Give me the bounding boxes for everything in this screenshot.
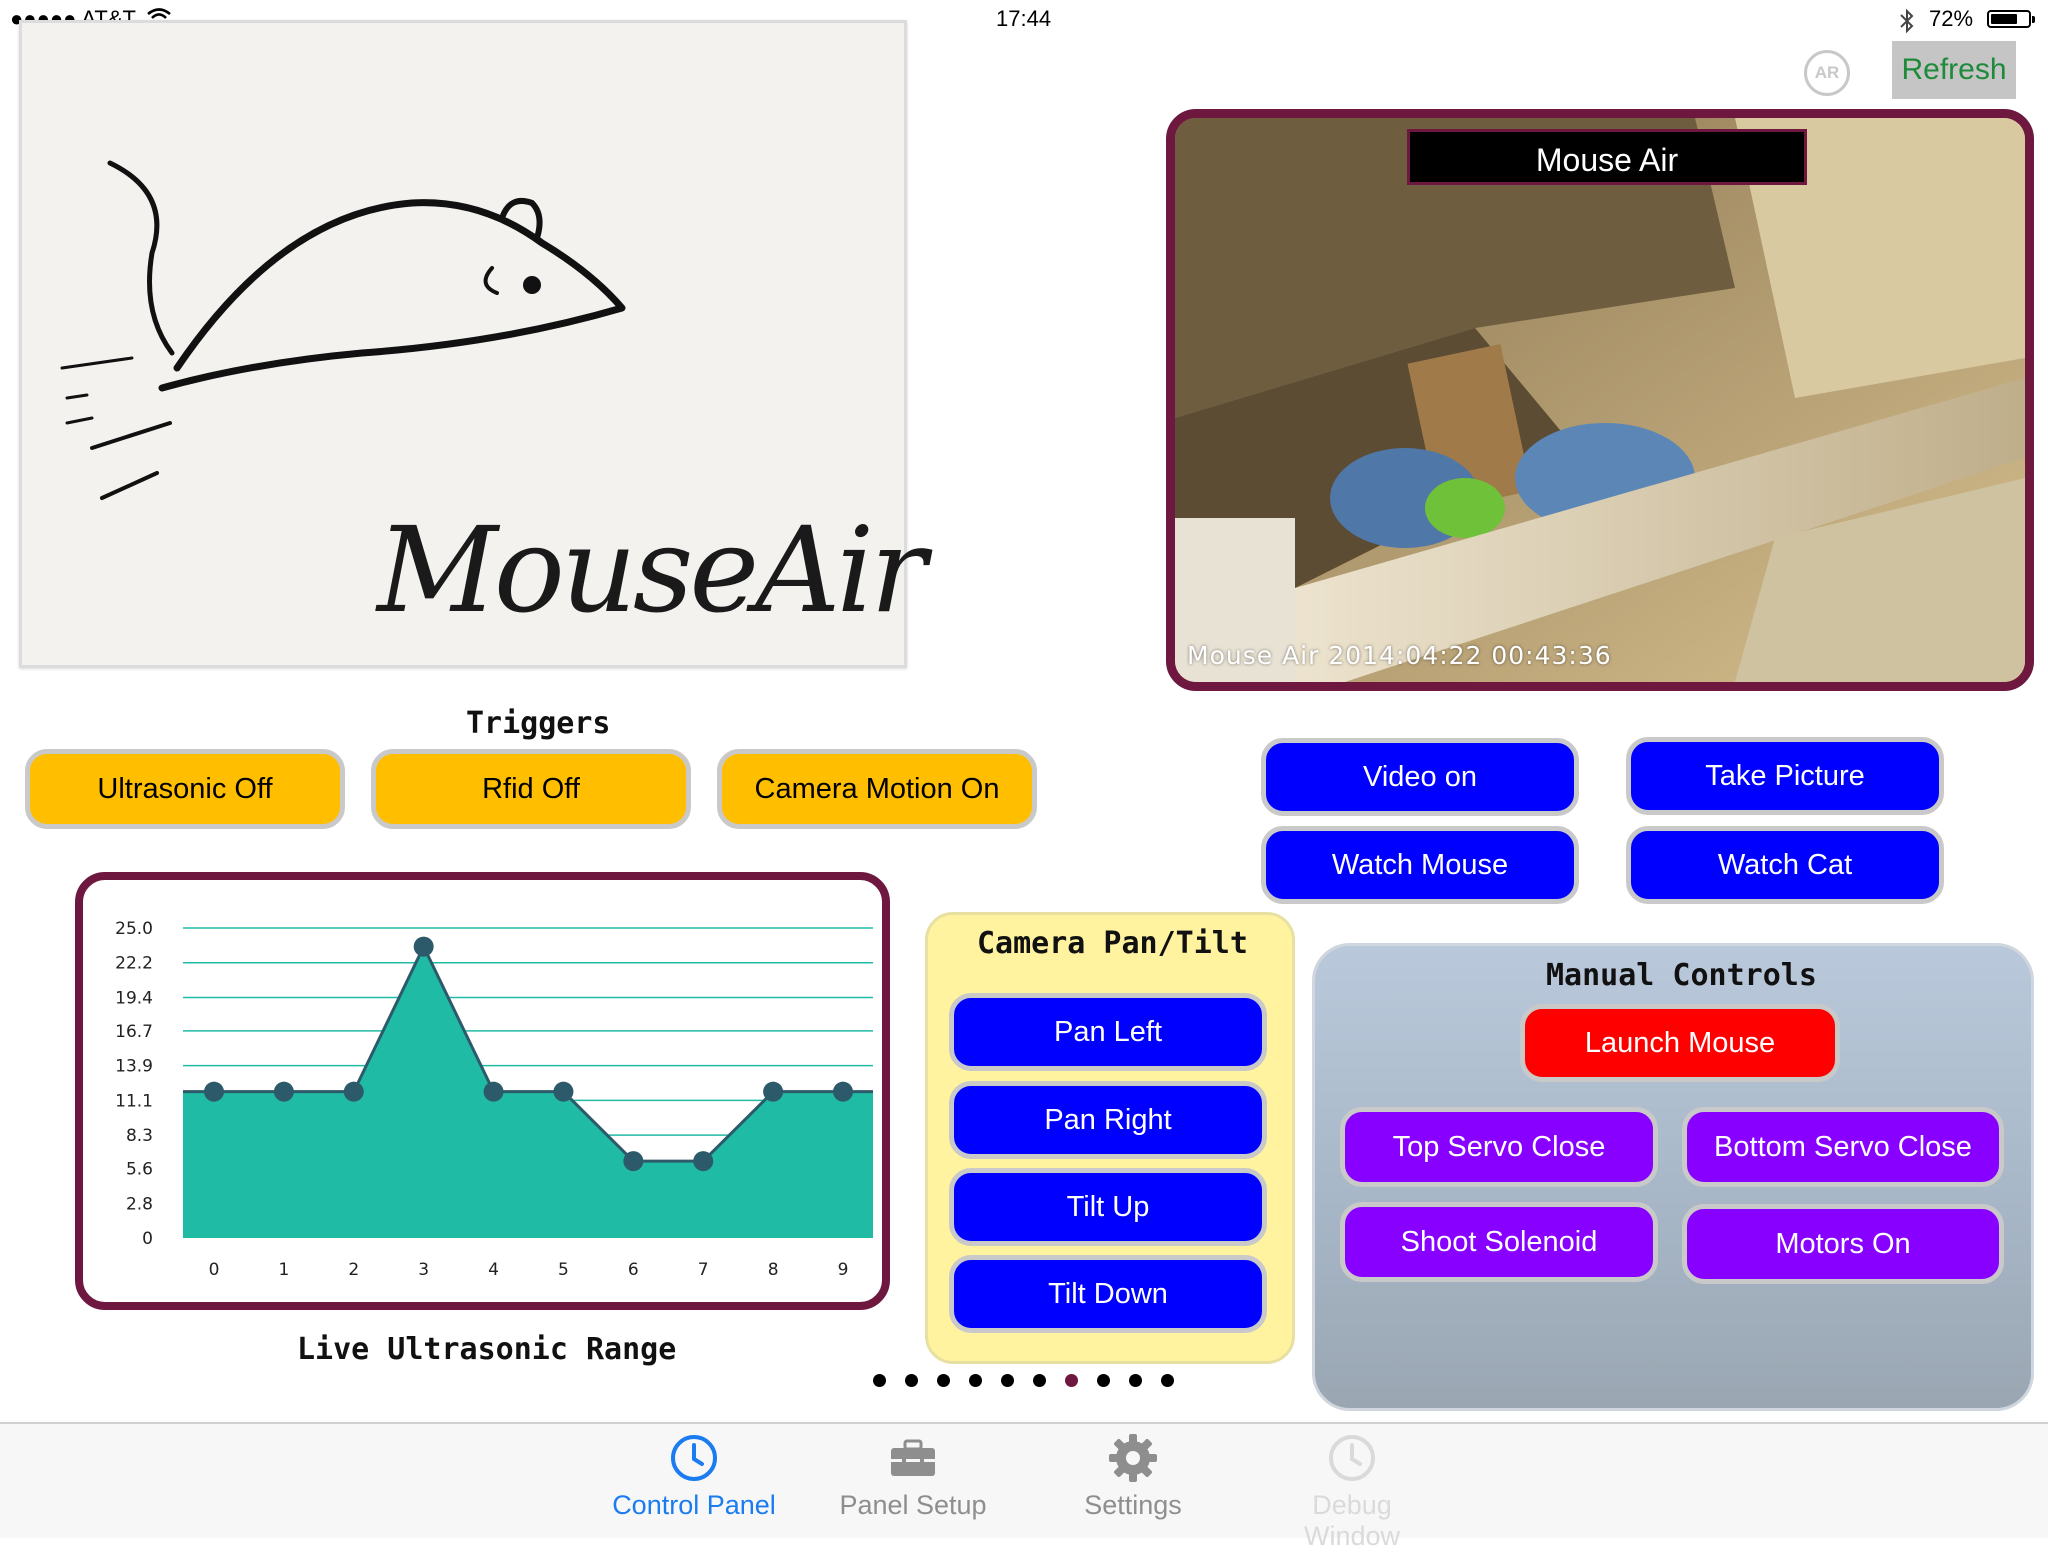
pan-tilt-heading: Camera Pan/Tilt [977,926,1248,961]
data-point [833,1081,853,1102]
data-point [693,1151,714,1172]
x-tick-label: 0 [209,1260,220,1280]
page-dot[interactable] [1097,1374,1110,1387]
data-point [483,1081,504,1102]
camera-motion-toggle-button[interactable]: Camera Motion On [717,749,1037,829]
tab-bar: Control Panel Panel Setup Settings Debug… [0,1422,2048,1551]
pan-left-button[interactable]: Pan Left [949,993,1267,1071]
clock: 17:44 [996,6,1052,31]
data-point [413,936,434,957]
page-dot[interactable] [905,1374,918,1387]
y-tick-label: 0 [142,1229,153,1249]
mouseair-logo-panel: MouseAir [19,20,927,668]
manual-controls-heading: Manual Controls [1546,958,1817,993]
page-dot[interactable] [1001,1374,1014,1387]
x-tick-label: 3 [418,1260,429,1280]
y-tick-label: 5.6 [126,1160,153,1180]
ultrasonic-toggle-button[interactable]: Ultrasonic Off [25,749,345,829]
page-dot[interactable] [1161,1374,1174,1387]
tab-panel-setup[interactable]: Panel Setup [823,1432,1003,1521]
y-tick-label: 11.1 [115,1091,153,1111]
data-point [623,1151,644,1172]
clock-icon [671,1435,717,1481]
y-tick-label: 16.7 [115,1022,153,1042]
mouseair-logo-text: MouseAir [377,501,927,639]
camera-feed[interactable]: Mouse Air Mouse Air 2014:04:22 00:43:36 [1166,109,2034,691]
rfid-toggle-button[interactable]: Rfid Off [371,749,691,829]
data-point [763,1081,784,1102]
ultrasonic-chart: 0 2.8 5.6 8.3 11.1 13.9 16.7 19.4 22.2 25.0 0 1 2 3 4 5… [75,872,890,1310]
tab-settings[interactable]: Settings [1043,1432,1223,1521]
video-on-button[interactable]: Video on [1261,738,1579,816]
y-tick-label: 8.3 [126,1126,153,1146]
data-point [204,1081,224,1102]
tab-debug-window[interactable]: Debug Window [1262,1432,1442,1552]
page-dot[interactable] [873,1374,886,1387]
take-picture-button[interactable]: Take Picture [1626,737,1944,815]
data-point [343,1081,364,1102]
x-tick-label: 5 [558,1260,569,1280]
x-tick-label: 4 [488,1260,499,1280]
x-tick-label: 9 [838,1260,849,1280]
y-tick-label: 2.8 [126,1194,153,1214]
chart-title: Live Ultrasonic Range [297,1332,677,1367]
camera-timestamp: Mouse Air 2014:04:22 00:43:36 [1187,641,1612,670]
watch-cat-button[interactable]: Watch Cat [1626,826,1944,904]
tab-settings-label: Settings [1084,1490,1182,1520]
y-tick-label: 13.9 [115,1057,153,1077]
tab-debug-window-label: Debug Window [1303,1490,1401,1551]
top-servo-close-button[interactable]: Top Servo Close [1340,1107,1658,1187]
tilt-down-button[interactable]: Tilt Down [949,1255,1267,1333]
toolbox-icon [891,1439,935,1476]
refresh-button[interactable]: Refresh [1892,41,2016,99]
y-tick-label: 19.4 [115,988,153,1008]
page-dot[interactable] [1065,1374,1078,1387]
tab-control-panel[interactable]: Control Panel [604,1432,784,1521]
tab-control-panel-label: Control Panel [612,1490,776,1520]
data-point [273,1081,294,1102]
bluetooth-icon [1900,8,1914,34]
page-dot[interactable] [1129,1374,1142,1387]
battery-icon [1987,10,2035,28]
data-point [553,1081,574,1102]
ar-icon[interactable]: AR [1804,50,1850,96]
triggers-heading: Triggers [466,706,611,741]
launch-mouse-button[interactable]: Launch Mouse [1520,1004,1840,1082]
x-tick-label: 7 [698,1260,709,1280]
shoot-solenoid-button[interactable]: Shoot Solenoid [1340,1202,1658,1282]
x-tick-label: 6 [628,1260,639,1280]
gear-icon [1109,1434,1157,1482]
pan-right-button[interactable]: Pan Right [949,1081,1267,1159]
camera-image [1175,118,2025,682]
page-dot[interactable] [937,1374,950,1387]
camera-title: Mouse Air [1407,129,1807,185]
motors-on-button[interactable]: Motors On [1682,1204,2004,1284]
x-tick-label: 1 [278,1260,289,1280]
bottom-servo-close-button[interactable]: Bottom Servo Close [1682,1107,2004,1187]
y-tick-label: 22.2 [115,954,153,974]
x-tick-label: 2 [348,1260,359,1280]
watch-mouse-button[interactable]: Watch Mouse [1261,826,1579,904]
tab-panel-setup-label: Panel Setup [839,1490,987,1520]
clock-icon [1329,1435,1375,1481]
y-tick-label: 25.0 [115,919,153,939]
ultrasonic-chart-svg: 0 2.8 5.6 8.3 11.1 13.9 16.7 19.4 22.2 25.0 0 1 2 3 4 5… [115,919,873,1280]
tilt-up-button[interactable]: Tilt Up [949,1168,1267,1246]
battery-percent: 72% [1929,6,1974,31]
page-dot[interactable] [1033,1374,1046,1387]
page-dot[interactable] [969,1374,982,1387]
x-tick-label: 8 [768,1260,779,1280]
